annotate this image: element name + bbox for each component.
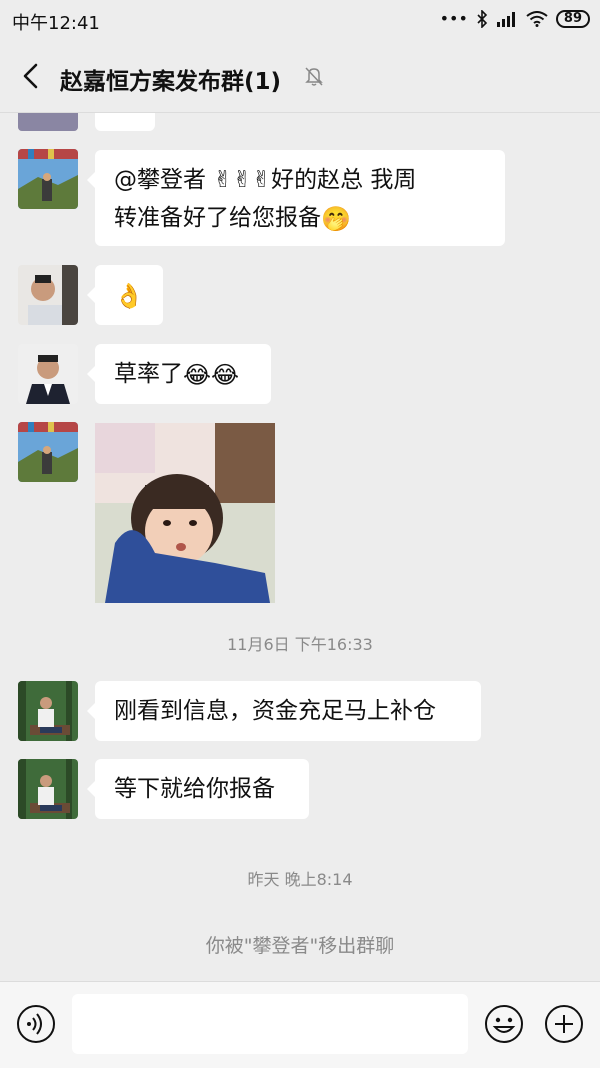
timestamp: 昨天 晚上8:14: [247, 870, 353, 889]
status-bar: 中午12:41 ••• 89: [0, 0, 600, 40]
status-time: 中午12:41: [12, 13, 100, 34]
chat-header: 赵嘉恒方案发布群(1): [0, 40, 600, 113]
voice-icon[interactable]: [16, 1004, 56, 1044]
man-avatar-image: [18, 265, 78, 325]
landscape-avatar-image: [18, 149, 78, 209]
timestamp: 11月6日 下午16:33: [227, 635, 373, 654]
avatar[interactable]: [18, 113, 78, 131]
message-bubble[interactable]: 等下就给你报备: [87, 759, 309, 819]
message-bubble[interactable]: 草率了😂😂: [87, 344, 271, 404]
system-notice: 你被"攀登者"移出群聊: [205, 935, 395, 957]
avatar-landscape[interactable]: [18, 422, 78, 482]
message-input[interactable]: [72, 994, 468, 1054]
message-text: 刚看到信息，资金充足马上补仓: [114, 698, 436, 724]
more-dots-icon: •••: [439, 9, 468, 28]
message-text: 等下就给你报备: [114, 776, 275, 802]
ok-hand-emoji: 👌: [114, 281, 144, 310]
man-forest-avatar-image: [18, 681, 78, 741]
child-sticker[interactable]: [95, 423, 275, 603]
wifi-icon: [526, 10, 548, 27]
message-text-line2: 转准备好了给您报备: [114, 205, 321, 231]
message-text: @攀登者 ✌✌✌好的赵总 我周: [114, 167, 417, 193]
child-sticker-image: [95, 423, 275, 603]
input-bar: [0, 981, 600, 1068]
battery-indicator: 89: [555, 9, 590, 28]
avatar-man-suit[interactable]: [18, 344, 78, 404]
landscape-avatar-image: [18, 422, 78, 482]
chevron-left-icon[interactable]: [18, 60, 48, 92]
man-suit-avatar-image: [18, 344, 78, 404]
laughing-crying-emoji: 😂😂: [183, 360, 240, 389]
avatar-man-glasses[interactable]: [18, 265, 78, 325]
emoji: 🤭: [321, 204, 351, 233]
message-bubble-partial[interactable]: [95, 113, 155, 131]
message-bubble[interactable]: @攀登者 ✌✌✌好的赵总 我周 转准备好了给您报备🤭: [87, 150, 505, 246]
avatar-man-forest[interactable]: [18, 681, 78, 741]
bell-off-icon: [305, 67, 323, 86]
plus-icon[interactable]: [544, 1004, 584, 1044]
smiley-icon[interactable]: [484, 1004, 524, 1044]
message-bubble[interactable]: 👌: [87, 265, 163, 325]
avatar-landscape[interactable]: [18, 149, 78, 209]
bluetooth-icon: [477, 9, 488, 28]
cellular-signal-icon: [496, 11, 515, 27]
message-bubble[interactable]: 刚看到信息，资金充足马上补仓: [87, 681, 481, 741]
man-forest-avatar-image: [18, 759, 78, 819]
message-list[interactable]: @攀登者 ✌✌✌好的赵总 我周 转准备好了给您报备🤭 👌 草率了😂😂 11月6日…: [0, 113, 600, 981]
chat-title[interactable]: 赵嘉恒方案发布群(1): [60, 62, 281, 96]
message-text-line: 转准备好了给您报备🤭: [114, 199, 486, 237]
avatar-man-forest[interactable]: [18, 759, 78, 819]
status-icons: ••• 89: [440, 9, 590, 28]
message-text: 草率了: [114, 361, 183, 387]
